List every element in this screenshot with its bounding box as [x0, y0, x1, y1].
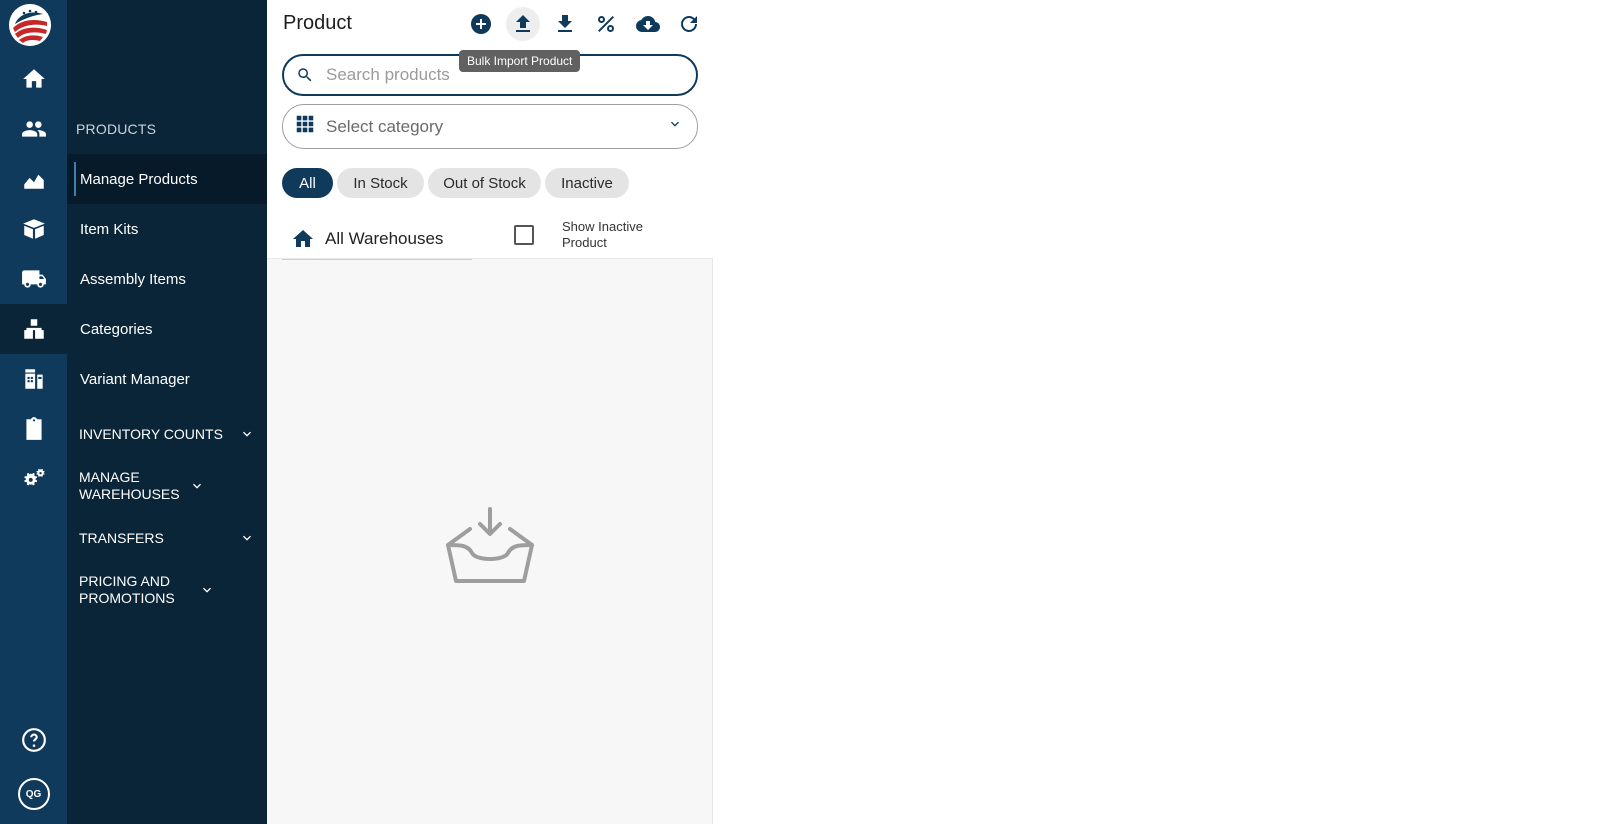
- rail-reports[interactable]: [0, 154, 67, 204]
- subnav-item-assembly-items[interactable]: Assembly Items: [67, 254, 267, 304]
- bulk-import-tooltip: Bulk Import Product: [459, 50, 581, 72]
- subnav-group-transfers[interactable]: TRANSFERS: [67, 520, 267, 556]
- rail-products[interactable]: [0, 304, 67, 354]
- chevron-down-icon: [243, 535, 251, 541]
- settings-icon: [23, 468, 45, 486]
- subnav-group-label: TRANSFERS: [79, 529, 164, 546]
- percent-icon: [598, 16, 614, 32]
- box-icon: [22, 219, 45, 239]
- products-icon: [23, 319, 44, 339]
- subnav-item-label: Assembly Items: [80, 270, 186, 288]
- chevron-down-icon: [667, 116, 683, 137]
- help-icon: [21, 728, 46, 752]
- subnav-group-label: INVENTORY COUNTS: [79, 425, 223, 442]
- upload-icon: [516, 15, 530, 32]
- category-select[interactable]: Select category: [282, 104, 698, 149]
- refresh-button[interactable]: [672, 7, 706, 41]
- warehouse-selector[interactable]: All Warehouses: [282, 218, 472, 260]
- rail-profile[interactable]: QG: [0, 774, 67, 814]
- subnav-group-inventory-counts[interactable]: INVENTORY COUNTS: [67, 416, 267, 452]
- subnav-item-label: Variant Manager: [80, 370, 190, 388]
- filter-chip-all[interactable]: All: [282, 168, 333, 198]
- page-title: Product: [283, 12, 352, 34]
- discount-button[interactable]: [589, 7, 623, 41]
- export-button[interactable]: [548, 7, 582, 41]
- app-root: QG PRODUCTS Manage Products Item Kits As…: [0, 0, 1600, 824]
- warehouse-label: All Warehouses: [325, 228, 444, 248]
- subnav-item-label: Categories: [80, 320, 153, 338]
- rail-settings[interactable]: [0, 454, 67, 504]
- download-icon: [558, 15, 572, 32]
- subnav-group-label: MANAGE WAREHOUSES: [79, 469, 180, 502]
- filter-chip-in-stock[interactable]: In Stock: [337, 168, 424, 198]
- cloud-download-button[interactable]: [631, 7, 665, 41]
- rail-inventory[interactable]: [0, 204, 67, 254]
- avatar-initials: QG: [25, 788, 42, 800]
- brand-logo[interactable]: [9, 4, 51, 46]
- cloud-download-icon: [636, 15, 660, 32]
- add-product-button[interactable]: [464, 7, 498, 41]
- category-select-value: Select category: [326, 116, 444, 136]
- clipboard-icon: [25, 417, 42, 440]
- subnav-item-manage-products[interactable]: Manage Products: [67, 154, 267, 204]
- show-inactive-label: Show Inactive Product: [562, 219, 643, 250]
- subnav-section-title: PRODUCTS: [76, 121, 157, 137]
- products-subnav: PRODUCTS Manage Products Item Kits Assem…: [67, 0, 267, 824]
- subnav-item-categories[interactable]: Categories: [67, 304, 267, 354]
- filter-chip-out-of-stock[interactable]: Out of Stock: [428, 168, 541, 198]
- empty-state-icon: [442, 505, 538, 591]
- search-icon: [298, 68, 312, 82]
- rail-orders[interactable]: [0, 404, 67, 454]
- add-icon: [471, 14, 491, 34]
- product-panel-header: Product Bulk Import Product Search produ…: [267, 0, 713, 260]
- subnav-group-manage-warehouses[interactable]: MANAGE WAREHOUSES: [67, 464, 267, 508]
- chevron-down-icon: [243, 431, 251, 437]
- avatar: QG: [17, 778, 50, 810]
- icon-rail: QG: [0, 0, 67, 824]
- rail-help[interactable]: [0, 720, 67, 760]
- subnav-item-item-kits[interactable]: Item Kits: [67, 204, 267, 254]
- chart-icon: [23, 174, 44, 189]
- users-icon: [21, 121, 46, 137]
- rail-home[interactable]: [0, 54, 67, 104]
- bulk-import-button[interactable]: [506, 7, 540, 41]
- chevron-down-icon: [203, 587, 211, 593]
- show-inactive-checkbox[interactable]: [514, 225, 534, 245]
- subnav-item-label: Manage Products: [80, 170, 198, 188]
- rail-customers[interactable]: [0, 104, 67, 154]
- truck-icon: [21, 270, 46, 288]
- rail-shipping[interactable]: [0, 254, 67, 304]
- home-icon: [293, 229, 313, 247]
- rail-register[interactable]: [0, 354, 67, 404]
- product-panel: Product Bulk Import Product Search produ…: [267, 0, 713, 824]
- chevron-down-icon: [193, 483, 201, 489]
- home-icon: [22, 69, 45, 88]
- refresh-icon: [681, 15, 697, 32]
- subnav-item-label: Item Kits: [80, 220, 139, 238]
- subnav-group-pricing-promotions[interactable]: PRICING AND PROMOTIONS: [67, 568, 267, 612]
- grid-icon: [294, 113, 316, 140]
- subnav-group-label: PRICING AND PROMOTIONS: [79, 573, 175, 606]
- subnav-item-variant-manager[interactable]: Variant Manager: [67, 354, 267, 404]
- register-icon: [24, 369, 43, 389]
- filter-chip-inactive[interactable]: Inactive: [545, 168, 629, 198]
